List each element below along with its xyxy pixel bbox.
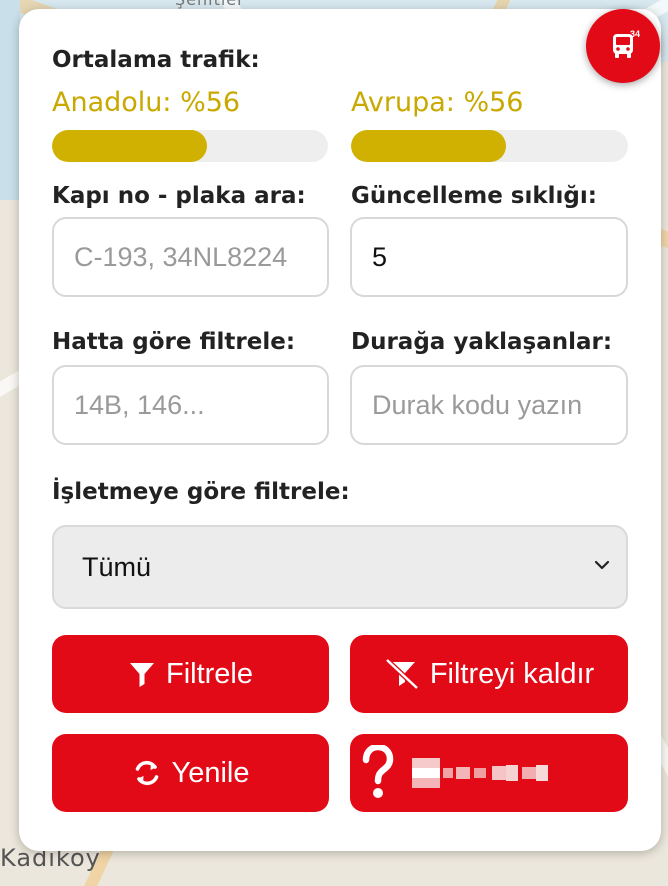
operator-filter-label: İşletmeye göre filtrele: [52,479,350,505]
traffic-title: Ortalama trafik: [52,47,260,73]
refresh-icon [135,760,158,786]
filter-panel: Ortalama trafik: Anadolu: %56 Avrupa: %5… [19,9,661,851]
stop-approach-input[interactable] [350,365,628,445]
help-button[interactable] [350,734,628,812]
clear-filter-button-label: Filtreyi kaldır [429,657,595,690]
chevron-down-icon [594,560,610,570]
refresh-rate-label: Güncelleme sıklığı: [351,183,597,209]
operator-filter-selected: Tümü [82,551,152,582]
refresh-rate-input[interactable] [350,217,628,297]
refresh-button-label: Yenile [171,756,250,789]
bus-button[interactable]: 34 [586,9,660,83]
filter-icon [129,663,154,687]
line-filter-label: Hatta göre filtrele: [52,329,296,355]
plate-search-input[interactable] [52,217,329,297]
refresh-button[interactable]: Yenile [52,734,329,812]
map-water [0,0,20,200]
stop-approach-label: Durağa yaklaşanlar: [351,329,613,355]
filter-slash-icon [385,659,419,689]
clear-filter-button[interactable]: Filtreyi kaldır [350,635,628,713]
line-filter-input[interactable] [52,365,329,445]
redacted-label [412,758,548,788]
anadolu-traffic-label: Anadolu: %56 [52,87,241,118]
avrupa-traffic-bar [351,130,628,162]
anadolu-traffic-fill [52,130,207,162]
filter-button-label: Filtrele [165,657,253,690]
operator-filter-select[interactable]: Tümü [52,525,628,609]
bus-count-badge: 34 [629,29,640,39]
question-icon [362,745,394,798]
avrupa-traffic-fill [351,130,507,162]
filter-button[interactable]: Filtrele [52,635,329,713]
anadolu-traffic-bar [52,130,328,162]
map-label-top: Şehitler [175,0,245,9]
avrupa-traffic-label: Avrupa: %56 [351,87,524,118]
plate-search-label: Kapı no - plaka ara: [52,183,306,209]
